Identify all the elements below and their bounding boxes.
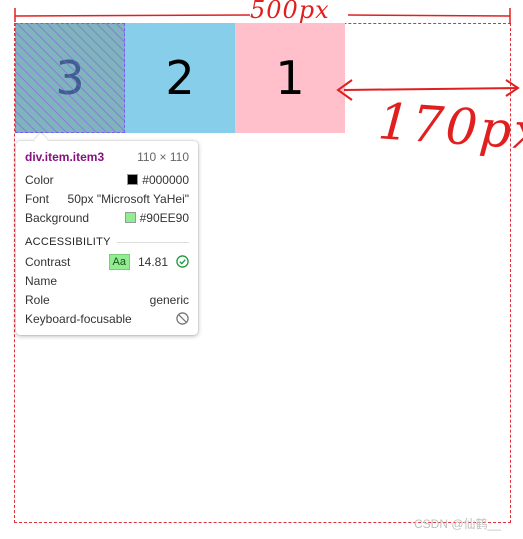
check-circle-icon [176,255,189,268]
element-dimensions: 110 × 110 [137,150,189,164]
color-value: #000000 [142,172,189,187]
element-selector: div.item.item3 [25,150,105,164]
color-swatch [127,174,139,185]
contrast-label: Contrast [25,254,71,269]
accessibility-heading: ACCESSIBILITY [25,235,189,249]
background-row: Background #90EE90 [25,208,189,227]
keyboard-row: Keyboard-focusable [25,309,189,328]
role-label: Role [25,292,50,307]
name-row: Name [25,271,189,290]
contrast-row: Contrast Aa 14.81 [25,252,189,271]
tooltip-header: div.item.item3 110 × 110 [25,150,189,167]
color-row: Color #000000 [25,170,189,189]
contrast-value: 14.81 [137,254,168,269]
font-row: Font 50px "Microsoft YaHei" [25,189,189,208]
height-annotation: 170px [376,92,523,162]
name-label: Name [25,273,58,288]
width-annotation: 500px [250,0,330,24]
background-label: Background [25,210,90,225]
background-swatch [124,212,136,223]
keyboard-label: Keyboard-focusable [25,311,132,326]
blocked-circle-icon [176,312,189,325]
font-value: 50px "Microsoft YaHei" [67,191,189,206]
color-label: Color [25,172,54,187]
role-row: Role generic [25,290,189,309]
watermark: CSDN @仙鹤__ [414,517,501,531]
background-value: #90EE90 [139,210,189,225]
font-label: Font [25,191,50,206]
role-value: generic [149,292,189,307]
contrast-badge: Aa [108,253,130,270]
inspect-tooltip: div.item.item3 110 × 110 Color #000000 F… [16,141,198,335]
